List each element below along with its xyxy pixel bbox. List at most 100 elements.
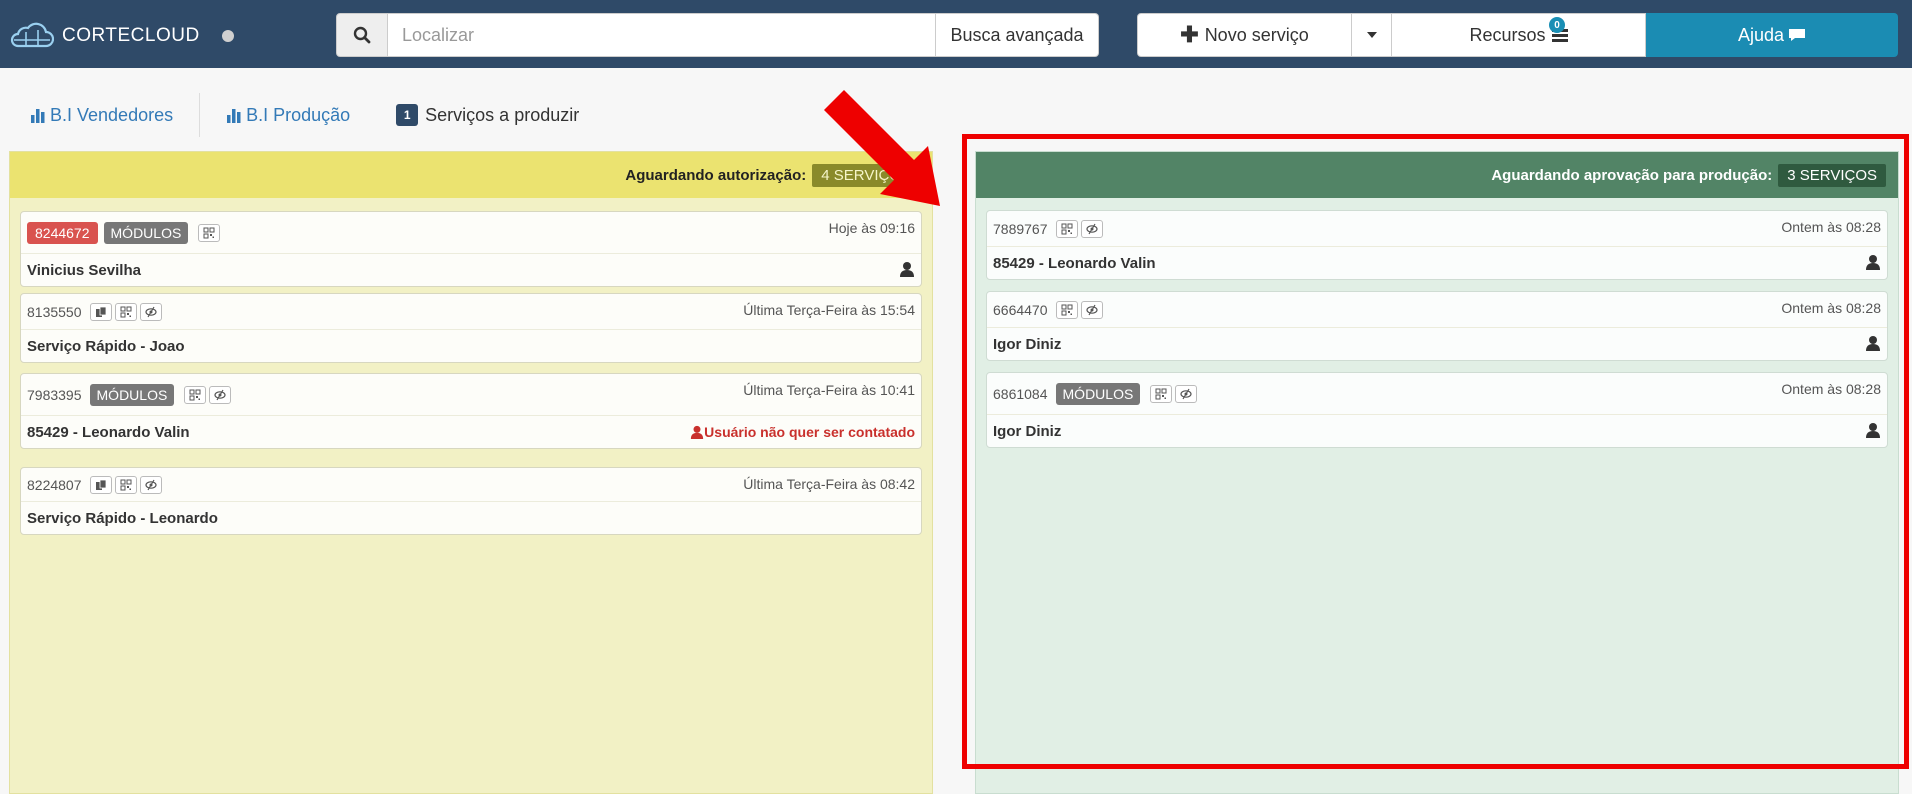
customer-name: 85429 - Leonardo Valin [993,254,1156,272]
service-code: 6861084 [993,385,1048,402]
eye-slash-icon[interactable] [139,302,162,321]
no-contact-warning: Usuário não quer ser contatado [690,424,915,440]
card-body-row: Igor Diniz [987,415,1887,447]
service-card[interactable]: 8135550 Última Terça-Feira às 15:54 Serv… [20,293,922,363]
dashboard-tabs: B.I Vendedores B.I Produção 1 Serviços a… [30,93,579,137]
advanced-search-button[interactable]: Busca avançada [936,13,1099,57]
search-icon-button[interactable] [336,13,388,57]
user-icon [900,262,914,277]
eye-slash-icon[interactable] [1080,300,1103,319]
tab-servicos-a-produzir[interactable]: 1 Serviços a produzir [396,104,579,126]
service-card[interactable]: 8244672 MÓDULOS Hoje às 09:16 Vinicius S… [20,211,922,287]
qr-code-icon[interactable] [1055,300,1078,319]
search-input[interactable] [388,13,936,57]
help-button[interactable]: Ajuda [1646,13,1898,57]
eye-slash-icon[interactable] [139,475,162,494]
new-service-button[interactable]: ✚ Novo serviço [1137,13,1352,57]
card-header-row: 8244672 MÓDULOS Hoje às 09:16 [21,212,921,254]
card-header-row: 8135550 Última Terça-Feira às 15:54 [21,294,921,330]
card-header-row: 7889767 Ontem às 08:28 [987,211,1887,247]
service-code: 8244672 [27,221,98,244]
user-icon [1866,423,1880,438]
card-body-row: 85429 - Leonardo Valin [987,247,1887,279]
card-timestamp: Última Terça-Feira às 08:42 [743,476,915,492]
customer-name: Vinicius Sevilha [27,261,141,279]
service-card[interactable]: 6664470 Ontem às 08:28 Igor Diniz [986,291,1888,361]
service-card[interactable]: 8224807 Última Terça-Feira às 08:42 Serv… [20,467,922,535]
card-header-row: 6861084 MÓDULOS Ontem às 08:28 [987,373,1887,415]
tab-bi-producao[interactable]: B.I Produção [226,105,350,126]
resources-label: Recursos [1469,24,1546,45]
user-icon [691,425,704,439]
new-service-label: Novo serviço [1204,24,1309,45]
bar-chart-icon [31,109,45,123]
help-label: Ajuda [1737,24,1785,45]
service-code: 8224807 [27,476,82,493]
modules-badge: MÓDULOS [89,383,175,406]
qr-code-icon[interactable] [198,223,221,242]
qr-code-icon[interactable] [184,385,207,404]
bar-chart-icon [227,109,241,123]
customer-name: 85429 - Leonardo Valin [27,423,190,441]
column-title: Aguardando aprovação para produção: [1491,166,1773,184]
qr-code-icon[interactable] [114,475,137,494]
column-count-badge: 4 SERVIÇOS [812,163,920,187]
copy-icon[interactable] [89,475,112,494]
card-timestamp: Ontem às 08:28 [1781,381,1881,397]
logo-text: CORTECLOUD [62,25,200,46]
column-title: Aguardando autorização: [625,166,807,184]
warning-text: Usuário não quer ser contatado [704,424,915,440]
qr-code-icon[interactable] [114,302,137,321]
service-code: 7983395 [27,386,82,403]
service-card[interactable]: 7983395 MÓDULOS Última Terça-Feira às 10… [20,373,922,449]
tab-label: Serviços a produzir [425,104,580,125]
new-service-dropdown-button[interactable] [1352,13,1392,57]
qr-code-icon[interactable] [1150,384,1173,403]
eye-slash-icon[interactable] [1080,219,1103,238]
modules-badge: MÓDULOS [103,221,189,244]
card-header-row: 8224807 Última Terça-Feira às 08:42 [21,468,921,502]
customer-name: Igor Diniz [993,422,1062,440]
card-timestamp: Última Terça-Feira às 10:41 [743,382,915,398]
card-timestamp: Ontem às 08:28 [1781,219,1881,235]
action-button-group: ✚ Novo serviço Recursos 0 Ajuda [1137,13,1898,57]
card-timestamp: Hoje às 09:16 [828,220,915,236]
column-awaiting-production-approval: Aguardando aprovação para produção: 3 SE… [975,151,1899,794]
card-body-row: Serviço Rápido - Leonardo [21,502,921,534]
tab-label: B.I Produção [246,104,351,125]
tab-divider [199,93,201,137]
card-timestamp: Ontem às 08:28 [1781,300,1881,316]
card-timestamp: Última Terça-Feira às 15:54 [743,302,915,318]
user-icon [1866,255,1880,270]
column-awaiting-authorization: Aguardando autorização: 4 SERVIÇOS 82446… [9,151,933,794]
status-dot-icon [221,30,234,42]
resources-count-badge: 0 [1549,17,1565,33]
cloud-logo-icon [10,22,54,48]
copy-icon[interactable] [89,302,112,321]
service-code: 8135550 [27,303,82,320]
card-body-row: Igor Diniz [987,328,1887,360]
service-code: 7889767 [993,220,1048,237]
modules-badge: MÓDULOS [1055,382,1141,405]
card-body-row: Serviço Rápido - Joao [21,330,921,362]
customer-name: Serviço Rápido - Joao [27,337,185,355]
column-count-badge: 3 SERVIÇOS [1778,163,1886,187]
tab-bi-vendedores[interactable]: B.I Vendedores [30,105,173,126]
customer-name: Igor Diniz [993,335,1062,353]
resources-button[interactable]: Recursos 0 [1392,13,1646,57]
column-header: Aguardando autorização: 4 SERVIÇOS [10,152,932,198]
eye-slash-icon[interactable] [209,385,232,404]
search-icon [353,26,371,44]
user-icon [1866,336,1880,351]
card-header-row: 6664470 Ontem às 08:28 [987,292,1887,328]
service-card[interactable]: 7889767 Ontem às 08:28 85429 - Leonardo … [986,210,1888,280]
plus-icon: ✚ [1180,22,1199,47]
service-code: 6664470 [993,301,1048,318]
qr-code-icon[interactable] [1055,219,1078,238]
service-card[interactable]: 6861084 MÓDULOS Ontem às 08:28 Igor Dini… [986,372,1888,448]
logo[interactable]: CORTECLOUD [10,22,234,50]
tab-label: B.I Vendedores [50,104,174,125]
caret-down-icon [1366,32,1377,38]
eye-slash-icon[interactable] [1175,384,1198,403]
card-body-row: Vinicius Sevilha [21,254,921,286]
